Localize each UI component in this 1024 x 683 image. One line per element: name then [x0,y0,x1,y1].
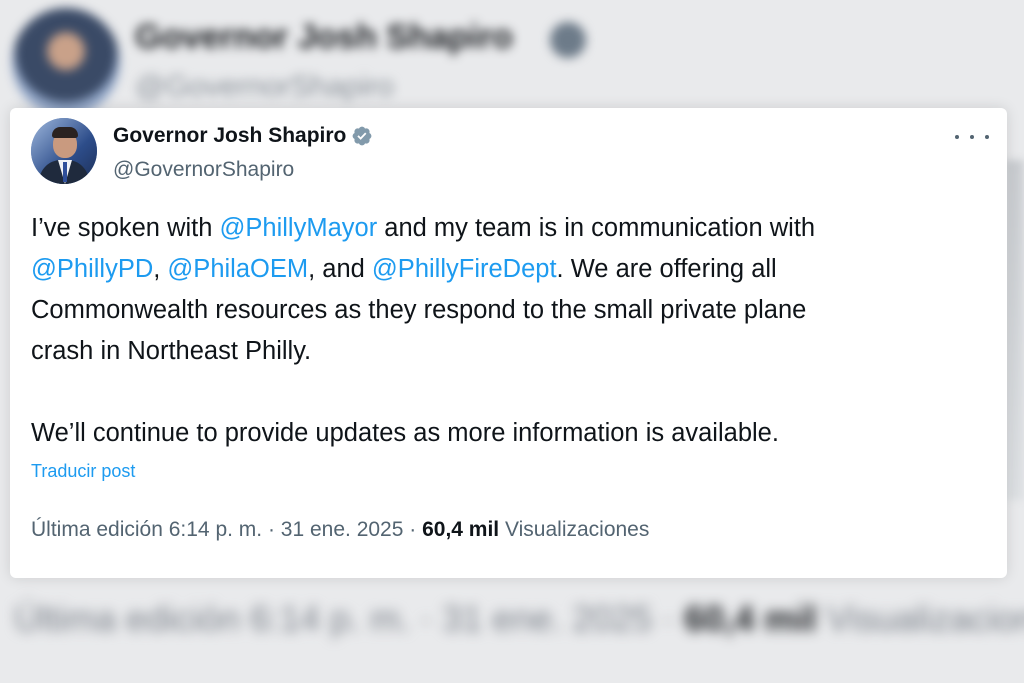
blurred-edge [1005,160,1024,500]
blurred-handle: @GovernorShapiro [135,70,394,103]
blurred-meta-prefix: Última edición 6:14 p. m. · 31 ene. 2025… [14,598,685,639]
mention-phila-oem[interactable]: @PhilaOEM [167,255,308,283]
author-handle[interactable]: @GovernorShapiro [113,158,294,182]
post-line: We’ll continue to provide updates as mor… [31,419,779,447]
author-name-row[interactable]: Governor Josh Shapiro [113,124,373,148]
views-label: Visualizaciones [505,518,650,541]
post-line: Commonwealth resources as they respond t… [31,296,807,324]
mention-philly-mayor[interactable]: @PhillyMayor [220,214,378,242]
post-time[interactable]: 6:14 p. m. [169,518,262,541]
verified-badge-icon [352,126,372,146]
blurred-views-count: 60,4 mil [684,598,817,639]
mention-philly-pd[interactable]: @PhillyPD [31,255,153,283]
views-count: 60,4 mil [422,518,500,541]
translate-post-link[interactable]: Traducir post [31,461,135,482]
post-date[interactable]: 31 ene. 2025 [281,518,404,541]
post-line: @PhillyPD, @PhilaOEM, and @PhillyFireDep… [31,249,981,290]
post-line: I’ve spoken with @PhillyMayor and my tea… [31,208,981,249]
blurred-views-label: Visualizaciones [826,598,1024,639]
text-segment: I’ve spoken with [31,214,220,242]
avatar-tie [63,162,67,182]
more-options-icon[interactable] [955,126,989,148]
mention-philly-fire-dept[interactable]: @PhillyFireDept [372,255,557,283]
text-segment: . We are offering all [556,255,777,283]
edited-label[interactable]: Última edición [31,518,163,541]
dot [955,135,959,139]
post-meta: Última edición 6:14 p. m. · 31 ene. 2025… [31,518,649,542]
blurred-avatar [12,8,120,116]
author-display-name[interactable]: Governor Josh Shapiro [113,124,346,148]
blurred-display-name: Governor Josh Shapiro [135,18,513,56]
text-segment: , [153,255,168,283]
text-segment: and my team is in communication with [377,214,816,242]
post-card: Governor Josh Shapiro @GovernorShapiro I… [10,108,1007,578]
text-segment: , and [308,255,372,283]
dot [985,135,989,139]
blurred-verified-icon [550,22,586,58]
avatar[interactable] [31,118,97,184]
post-text: I’ve spoken with @PhillyMayor and my tea… [31,208,981,454]
avatar-hair [52,127,78,138]
meta-separator: · [403,518,423,541]
meta-separator: · [262,518,281,541]
blurred-meta: Última edición 6:14 p. m. · 31 ene. 2025… [14,598,1024,640]
post-line: crash in Northeast Philly. [31,337,312,365]
dot [970,135,974,139]
